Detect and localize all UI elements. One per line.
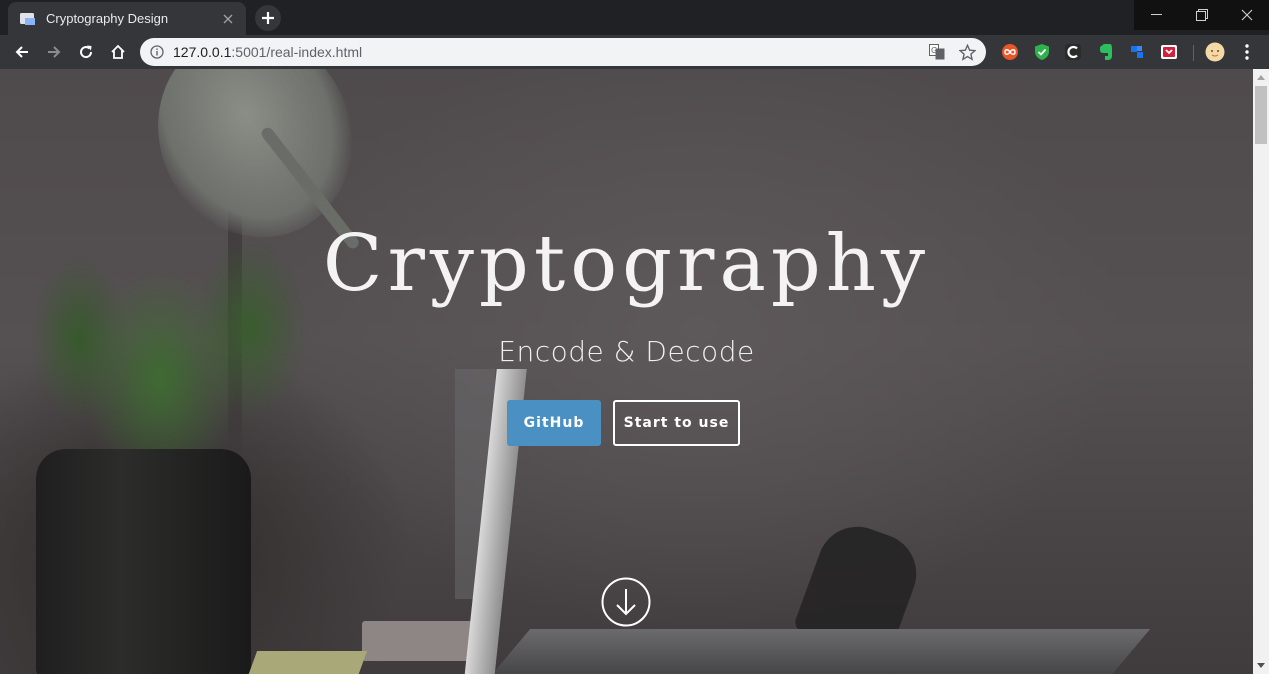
scroll-down-arrow-icon[interactable] (1253, 657, 1269, 674)
home-icon (111, 44, 125, 59)
home-button[interactable] (105, 39, 131, 65)
extension-infinity-icon[interactable] (1000, 42, 1020, 62)
avatar[interactable] (1205, 42, 1225, 62)
info-icon[interactable] (149, 44, 165, 60)
url-host: 127.0.0.1 (173, 44, 232, 60)
extension-puzzle-icon[interactable] (1127, 42, 1147, 62)
menu-kebab-icon[interactable] (1237, 42, 1257, 62)
url-path: :5001/real-index.html (231, 44, 363, 60)
star-icon[interactable] (956, 41, 978, 63)
close-icon[interactable] (218, 9, 238, 29)
svg-text:G: G (931, 46, 937, 55)
tab-strip: Cryptography Design (0, 0, 1269, 35)
restore-button[interactable] (1179, 0, 1224, 30)
page-viewport: Cryptography Encode & Decode GitHub Star… (0, 69, 1253, 674)
toolbar-separator (1193, 45, 1194, 61)
back-button[interactable] (9, 39, 35, 65)
extension-c-icon[interactable] (1063, 42, 1083, 62)
window-close-button[interactable] (1224, 0, 1269, 30)
hero-title: Cryptography (322, 219, 931, 309)
github-button[interactable]: GitHub (507, 400, 601, 446)
forward-arrow-icon (48, 46, 61, 58)
scrollbar-thumb[interactable] (1255, 86, 1267, 144)
tab-title: Cryptography Design (46, 11, 169, 26)
hero-subtitle: Encode & Decode (498, 335, 755, 368)
back-arrow-icon (15, 46, 28, 58)
forward-button[interactable] (41, 39, 67, 65)
translate-icon[interactable]: G (926, 41, 948, 63)
browser-toolbar: 127.0.0.1:5001/real-index.html G (0, 35, 1269, 69)
new-tab-button[interactable] (255, 5, 281, 31)
arrow-down-circle-icon (601, 577, 651, 627)
hero-section: Cryptography Encode & Decode GitHub Star… (0, 69, 1253, 674)
reload-button[interactable] (73, 39, 99, 65)
page-scrollbar[interactable] (1253, 69, 1269, 674)
url-text[interactable]: 127.0.0.1:5001/real-index.html (173, 44, 926, 60)
reload-icon (80, 45, 93, 59)
scroll-down-button[interactable] (601, 577, 651, 627)
evernote-icon[interactable] (1095, 42, 1115, 62)
window-close-icon (1241, 9, 1252, 21)
scroll-up-arrow-icon[interactable] (1253, 69, 1269, 86)
minimize-button[interactable] (1134, 0, 1179, 30)
restore-icon (1195, 9, 1208, 21)
browser-tab[interactable]: Cryptography Design (8, 2, 246, 35)
address-bar[interactable]: 127.0.0.1:5001/real-index.html G (140, 38, 986, 66)
extension-pocket-icon[interactable] (1159, 42, 1179, 62)
page-icon (20, 11, 36, 27)
plus-icon (262, 12, 274, 24)
minimize-icon (1150, 14, 1162, 15)
extension-shield-icon[interactable] (1032, 42, 1052, 62)
start-to-use-button[interactable]: Start to use (613, 400, 740, 446)
